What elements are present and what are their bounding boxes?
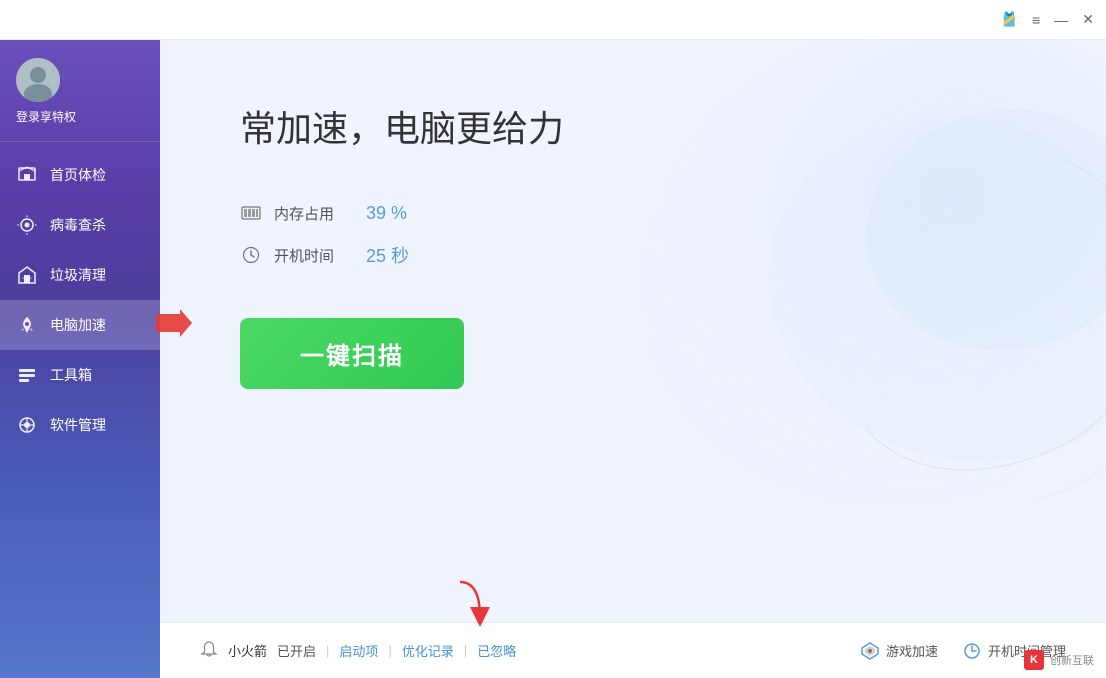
sidebar-item-label-home: 首页体检 xyxy=(50,165,106,185)
app-name: 小火箭 xyxy=(228,641,267,660)
divider-1: | xyxy=(326,643,329,658)
bottom-left: 小火箭 已开启 | 启动项 | 优化记录 | 已忽略 xyxy=(200,640,516,661)
sidebar-item-label-virus: 病毒查杀 xyxy=(50,215,106,235)
login-label[interactable]: 登录享特权 xyxy=(16,108,76,125)
boot-icon xyxy=(962,641,982,661)
close-icon[interactable]: ✕ xyxy=(1082,11,1094,28)
avatar[interactable] xyxy=(16,58,60,102)
main-title: 常加速，电脑更给力 xyxy=(240,100,1026,152)
sidebar-profile[interactable]: 登录享特权 xyxy=(0,40,160,142)
watermark-text: 创新互联 xyxy=(1050,652,1094,668)
title-bar-icons: 🎽 ≡ — ✕ xyxy=(1001,11,1094,28)
memory-icon xyxy=(240,202,262,224)
link-optimize[interactable]: 优化记录 xyxy=(402,641,454,660)
sidebar-item-label-tools: 工具箱 xyxy=(50,365,92,385)
tools-icon xyxy=(16,364,38,386)
sidebar-item-label-clean: 垃圾清理 xyxy=(50,265,106,285)
title-bar: 🎽 ≡ — ✕ xyxy=(0,0,1106,40)
game-icon xyxy=(860,641,880,661)
bottom-game-accelerate[interactable]: 游戏加速 xyxy=(860,641,938,661)
menu-icon[interactable]: ≡ xyxy=(1032,12,1040,28)
clean-icon xyxy=(16,264,38,286)
minimize-icon[interactable]: — xyxy=(1054,12,1068,28)
bottom-bar: 小火箭 已开启 | 启动项 | 优化记录 | 已忽略 xyxy=(160,622,1106,678)
sidebar-item-virus[interactable]: 病毒查杀 xyxy=(0,200,160,250)
divider-3: | xyxy=(464,643,467,658)
shirt-icon[interactable]: 🎽 xyxy=(1001,11,1018,28)
link-startup[interactable]: 启动项 xyxy=(339,641,378,660)
link-ignored[interactable]: 已忽略 xyxy=(477,641,516,660)
clock-icon xyxy=(240,244,262,266)
stat-boot-label: 开机时间 xyxy=(274,245,354,266)
sidebar-nav: 首页体检 病毒查杀 xyxy=(0,142,160,678)
software-icon xyxy=(16,414,38,436)
stats-row: 内存占用 39 % 开机时间 25 秒 xyxy=(240,202,1026,268)
stat-memory-label: 内存占用 xyxy=(274,203,354,224)
virus-icon xyxy=(16,214,38,236)
rocket-icon xyxy=(16,314,38,336)
bell-icon xyxy=(200,640,218,658)
main-content: 常加速，电脑更给力 内存占用 39 % xyxy=(160,40,1106,622)
sidebar-item-home[interactable]: 首页体检 xyxy=(0,150,160,200)
stat-memory: 内存占用 39 % xyxy=(240,202,1026,224)
sidebar-item-software[interactable]: 软件管理 xyxy=(0,400,160,450)
sidebar-item-label-accelerate: 电脑加速 xyxy=(50,315,106,335)
content-area: 常加速，电脑更给力 内存占用 39 % xyxy=(160,40,1106,678)
home-icon xyxy=(16,164,38,186)
sidebar-item-tools[interactable]: 工具箱 xyxy=(0,350,160,400)
game-accelerate-label: 游戏加速 xyxy=(886,641,938,660)
app-status: 已开启 xyxy=(277,641,316,660)
watermark: K 创新互联 xyxy=(1024,650,1094,670)
divider-2: | xyxy=(388,643,391,658)
watermark-icon: K xyxy=(1024,650,1044,670)
stat-boot: 开机时间 25 秒 xyxy=(240,242,1026,268)
sidebar-item-label-software: 软件管理 xyxy=(50,415,106,435)
sidebar-item-accelerate[interactable]: 电脑加速 xyxy=(0,300,160,350)
scan-button[interactable]: 一键扫描 xyxy=(240,318,464,389)
main-layout: 登录享特权 首页体检 xyxy=(0,40,1106,678)
sidebar-item-clean[interactable]: 垃圾清理 xyxy=(0,250,160,300)
stat-memory-value: 39 % xyxy=(366,203,407,224)
stat-boot-value: 25 秒 xyxy=(366,242,409,268)
sidebar: 登录享特权 首页体检 xyxy=(0,40,160,678)
